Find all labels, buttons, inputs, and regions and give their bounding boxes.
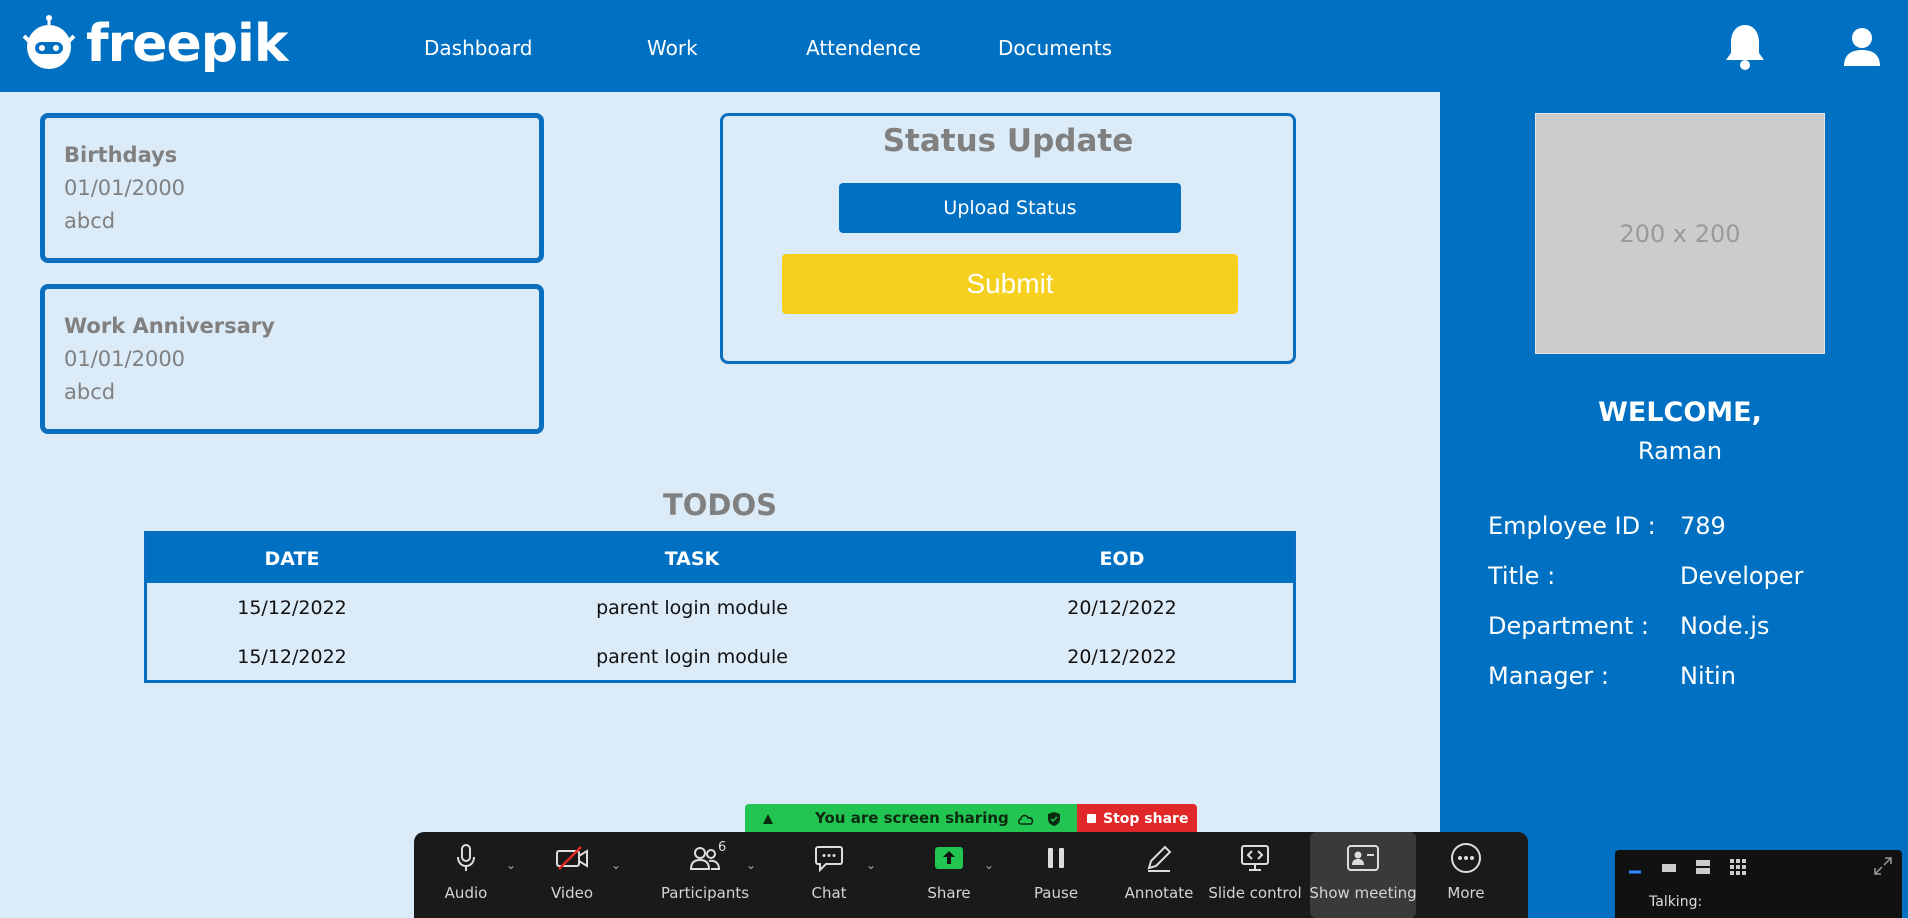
sharing-status-text: You are screen sharing: [815, 809, 1009, 827]
user-icon[interactable]: [1842, 26, 1882, 72]
nav-work[interactable]: Work: [647, 36, 698, 60]
brand-logo[interactable]: freepik: [18, 12, 288, 76]
share-options-chevron-icon[interactable]: ⌄: [984, 858, 994, 872]
profile-panel: 200 x 200 WELCOME, Raman Employee ID : 7…: [1440, 92, 1908, 918]
annotate-label: Annotate: [1124, 884, 1194, 902]
birthdays-title: Birthdays: [64, 143, 178, 167]
department-label: Department :: [1488, 612, 1649, 640]
minimize-view-icon[interactable]: [1627, 860, 1643, 876]
cell-date: 15/12/2022: [237, 597, 347, 619]
birthdays-date: 01/01/2000: [64, 176, 186, 200]
submit-button[interactable]: Submit: [782, 254, 1238, 314]
nav-dashboard[interactable]: Dashboard: [424, 36, 533, 60]
anniversary-name: abcd: [64, 380, 116, 404]
video-options-chevron-icon[interactable]: ⌄: [611, 858, 621, 872]
slide-control-button[interactable]: Slide control: [1204, 832, 1306, 918]
cell-task: parent login module: [596, 597, 788, 619]
pause-icon: [1048, 848, 1064, 868]
cell-eod: 20/12/2022: [1067, 597, 1177, 619]
employee-id-label: Employee ID :: [1488, 512, 1656, 540]
show-meeting-label: Show meeting: [1309, 884, 1417, 902]
stop-square-icon: [1087, 814, 1096, 823]
robot-logo-icon: [22, 15, 76, 69]
participants-options-chevron-icon[interactable]: ⌄: [746, 858, 756, 872]
more-icon: [1451, 843, 1481, 873]
title-label: Title :: [1488, 562, 1556, 590]
col-date: DATE: [264, 548, 320, 570]
expand-icon[interactable]: [1873, 856, 1893, 876]
audio-button[interactable]: Audio: [434, 832, 498, 918]
talking-indicator: Talking:: [1649, 894, 1703, 910]
manager-label: Manager :: [1488, 662, 1609, 690]
status-update-panel: Status Update Upload Status Submit: [720, 113, 1296, 364]
pause-button[interactable]: Pause: [1014, 832, 1098, 918]
gallery-view-icon[interactable]: [1729, 858, 1747, 876]
table-header: DATE TASK EOD: [147, 534, 1293, 583]
upload-status-button[interactable]: Upload Status: [839, 183, 1181, 233]
nav-documents[interactable]: Documents: [998, 36, 1112, 60]
mini-video-panel: Talking:: [1615, 850, 1902, 918]
drag-handle-icon[interactable]: [761, 812, 775, 826]
split-view-icon[interactable]: [1695, 858, 1711, 876]
video-label: Video: [550, 884, 594, 902]
show-meeting-button[interactable]: Show meeting: [1309, 832, 1417, 918]
cell-date: 15/12/2022: [237, 646, 347, 668]
profile-photo-placeholder: 200 x 200: [1535, 113, 1825, 354]
more-label: More: [1447, 884, 1485, 902]
share-button[interactable]: Share: [904, 832, 994, 918]
participants-button[interactable]: Participants: [650, 832, 760, 918]
welcome-heading: WELCOME,: [1598, 397, 1762, 428]
share-label: Share: [927, 884, 971, 902]
video-off-icon: [556, 846, 588, 870]
share-screen-icon: [935, 847, 963, 869]
anniversary-date: 01/01/2000: [64, 347, 186, 371]
col-eod: EOD: [1099, 548, 1145, 570]
slide-control-label: Slide control: [1208, 884, 1302, 902]
employee-id-value: 789: [1680, 512, 1726, 540]
chat-button[interactable]: Chat: [784, 832, 874, 918]
manager-value: Nitin: [1680, 662, 1736, 690]
brand-name: freepik: [86, 14, 288, 74]
participants-count: 6: [718, 840, 727, 855]
participants-icon: [690, 847, 720, 870]
department-value: Node.js: [1680, 612, 1770, 640]
chat-icon: [815, 846, 843, 872]
status-title: Status Update: [882, 123, 1134, 159]
more-button[interactable]: More: [1424, 832, 1508, 918]
anniversary-title: Work Anniversary: [64, 314, 275, 338]
nav-attendence[interactable]: Attendence: [806, 36, 921, 60]
chat-options-chevron-icon[interactable]: ⌄: [866, 858, 876, 872]
slide-control-icon: [1241, 845, 1269, 871]
participants-label: Participants: [660, 884, 750, 902]
audio-label: Audio: [444, 884, 488, 902]
single-view-icon[interactable]: [1661, 860, 1677, 876]
shield-icon: [1048, 812, 1060, 826]
work-anniversary-card: Work Anniversary 01/01/2000 abcd: [40, 284, 544, 434]
todos-title: TODOS: [662, 488, 778, 522]
show-meeting-icon: [1347, 845, 1379, 871]
cell-task: parent login module: [596, 646, 788, 668]
title-value: Developer: [1680, 562, 1804, 590]
screen-sharing-banner[interactable]: You are screen sharing: [745, 804, 1077, 833]
birthdays-card: Birthdays 01/01/2000 abcd: [40, 113, 544, 263]
chat-label: Chat: [811, 884, 847, 902]
col-task: TASK: [664, 548, 720, 570]
annotate-button[interactable]: Annotate: [1114, 832, 1204, 918]
pencil-icon: [1147, 845, 1172, 872]
meeting-toolbar: Audio ⌄ Video ⌄ Participants 6 ⌄ Chat ⌄ …: [414, 832, 1528, 918]
birthdays-name: abcd: [64, 209, 116, 233]
cloud-icon: [1018, 814, 1034, 825]
stop-share-button[interactable]: Stop share: [1077, 804, 1197, 833]
cell-eod: 20/12/2022: [1067, 646, 1177, 668]
bell-icon[interactable]: [1724, 22, 1766, 74]
stop-share-label: Stop share: [1103, 810, 1189, 827]
audio-options-chevron-icon[interactable]: ⌄: [506, 858, 516, 872]
top-navbar: freepik Dashboard Work Attendence Docume…: [0, 0, 1908, 92]
pause-label: Pause: [1033, 884, 1079, 902]
video-button[interactable]: Video: [540, 832, 604, 918]
welcome-name: Raman: [1637, 437, 1723, 465]
todos-table: DATE TASK EOD 15/12/2022 parent login mo…: [144, 531, 1296, 683]
microphone-icon: [457, 844, 475, 871]
